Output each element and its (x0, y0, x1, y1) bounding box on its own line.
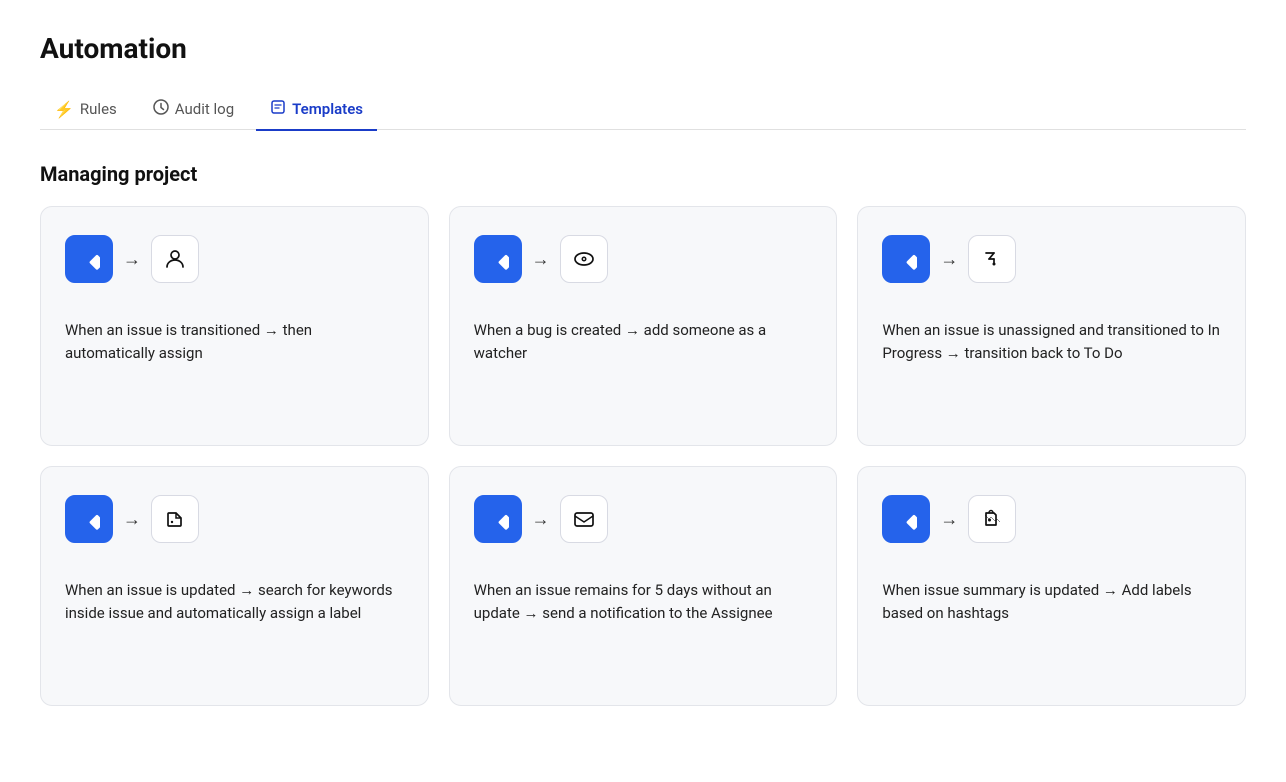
card-1-text: When an issue is transitioned → then aut… (65, 319, 404, 366)
action-icon-6 (968, 495, 1016, 543)
card-4-icons: → (65, 495, 404, 543)
arrow-icon-2: → (532, 249, 550, 270)
trigger-icon-6 (882, 495, 930, 543)
card-2-text: When a bug is created → add someone as a… (474, 319, 813, 366)
tabs-bar: ⚡ Rules Audit log Templates (40, 89, 1246, 130)
arrow-icon-6: → (940, 509, 958, 530)
action-icon-1 (151, 235, 199, 283)
tab-templates[interactable]: Templates (256, 89, 377, 131)
templates-icon (270, 99, 286, 119)
arrow-icon-1: → (123, 249, 141, 270)
template-card-2[interactable]: → When a bug is created → add someone as… (449, 206, 838, 446)
arrow-icon-5: → (532, 509, 550, 530)
action-icon-4 (151, 495, 199, 543)
card-5-icons: → (474, 495, 813, 543)
trigger-icon-4 (65, 495, 113, 543)
action-icon-5 (560, 495, 608, 543)
tab-audit-log-label: Audit log (175, 100, 234, 118)
action-icon-2 (560, 235, 608, 283)
trigger-icon-3 (882, 235, 930, 283)
cards-grid: → When an issue is transitioned → then a… (40, 206, 1246, 706)
trigger-icon-5 (474, 495, 522, 543)
card-5-text: When an issue remains for 5 days without… (474, 579, 813, 626)
tab-rules[interactable]: ⚡ Rules (40, 90, 131, 131)
card-3-icons: → (882, 235, 1221, 283)
template-card-3[interactable]: → When an issue is unassigned and transi… (857, 206, 1246, 446)
action-icon-3 (968, 235, 1016, 283)
page-title: Automation (40, 32, 1246, 65)
section-title: Managing project (40, 162, 1246, 186)
card-1-icons: → (65, 235, 404, 283)
tab-audit-log[interactable]: Audit log (139, 89, 248, 131)
card-6-text: When issue summary is updated → Add labe… (882, 579, 1221, 626)
rules-icon: ⚡ (54, 100, 74, 119)
trigger-icon-1 (65, 235, 113, 283)
trigger-icon-2 (474, 235, 522, 283)
card-3-text: When an issue is unassigned and transiti… (882, 319, 1221, 366)
audit-log-icon (153, 99, 169, 119)
arrow-icon-4: → (123, 509, 141, 530)
tab-rules-label: Rules (80, 100, 117, 118)
tab-templates-label: Templates (292, 100, 363, 118)
card-2-icons: → (474, 235, 813, 283)
template-card-5[interactable]: → When an issue remains for 5 days witho… (449, 466, 838, 706)
automation-page: Automation ⚡ Rules Audit log (0, 0, 1286, 746)
template-card-6[interactable]: → When issue summary is updated → Add la… (857, 466, 1246, 706)
arrow-icon-3: → (940, 249, 958, 270)
card-4-text: When an issue is updated → search for ke… (65, 579, 404, 626)
template-card-1[interactable]: → When an issue is transitioned → then a… (40, 206, 429, 446)
template-card-4[interactable]: → When an issue is updated → search for … (40, 466, 429, 706)
card-6-icons: → (882, 495, 1221, 543)
